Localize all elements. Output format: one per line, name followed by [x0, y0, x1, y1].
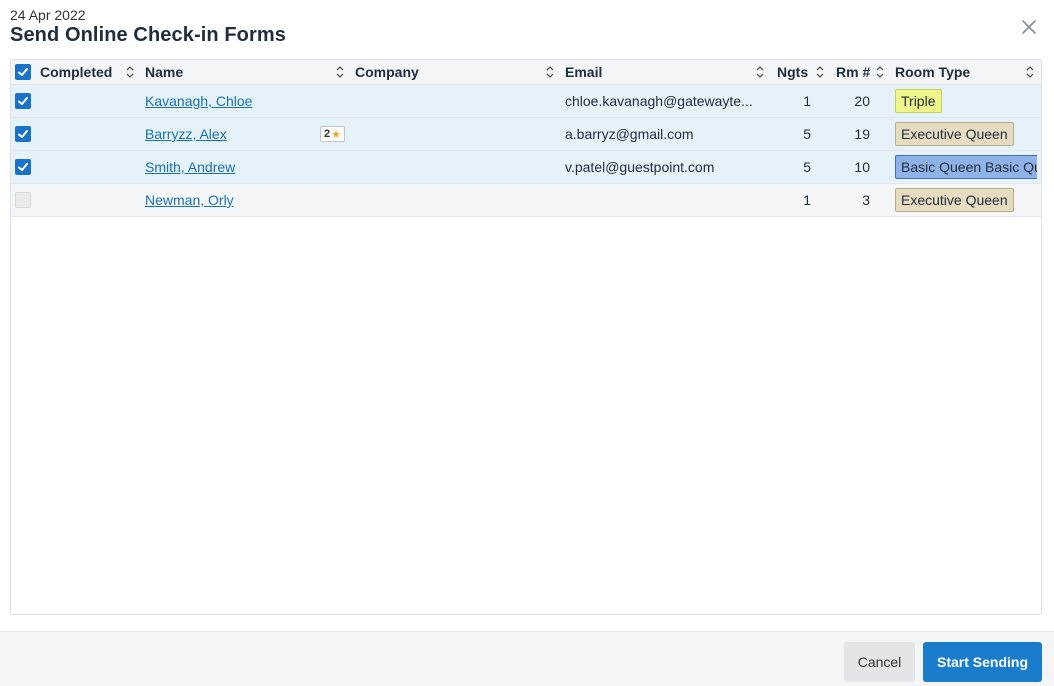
room-cell: 19: [854, 126, 870, 142]
nights-cell: 5: [803, 159, 811, 175]
row-select-cell: [15, 85, 35, 117]
row-checkbox[interactable]: [15, 192, 31, 208]
nights-cell: 1: [803, 192, 811, 208]
email-cell: a.barryz@gmail.com: [565, 126, 694, 142]
col-company[interactable]: Company: [355, 60, 435, 84]
col-nights[interactable]: Ngts: [777, 60, 813, 84]
cancel-button[interactable]: Cancel: [844, 642, 915, 682]
room-type-tag: Executive Queen: [895, 188, 1014, 212]
guest-name-cell: Newman, Orly: [145, 184, 315, 216]
table-row[interactable]: Newman, Orly 1 3 Executive Queen: [11, 184, 1041, 217]
guest-name-cell: Smith, Andrew: [145, 151, 315, 183]
start-sending-button[interactable]: Start Sending: [923, 642, 1042, 682]
dialog-footer: Cancel Start Sending: [0, 631, 1054, 686]
guest-name-link[interactable]: Newman, Orly: [145, 192, 234, 208]
company-cell: [355, 151, 555, 183]
col-completed[interactable]: Completed: [40, 60, 120, 84]
guest-table: Completed Name Company Email Ngts Rm # R…: [10, 59, 1042, 615]
sort-room-type-icon[interactable]: [1025, 65, 1035, 79]
email-cell: chloe.kavanagh@gatewayte...: [565, 93, 753, 109]
sort-email-icon[interactable]: [755, 65, 765, 79]
loyalty-badge: 2 ★: [320, 126, 345, 142]
row-checkbox[interactable]: [15, 126, 31, 142]
company-cell: [355, 184, 555, 216]
room-type-cell: Executive Queen: [895, 184, 1041, 216]
room-cell: 3: [862, 192, 870, 208]
nights-cell: 5: [803, 126, 811, 142]
company-cell: [355, 118, 555, 150]
row-select-cell: [15, 184, 35, 216]
row-checkbox[interactable]: [15, 159, 31, 175]
select-all-cell: [15, 60, 35, 84]
guest-name-link[interactable]: Kavanagh, Chloe: [145, 93, 252, 109]
table-row[interactable]: Smith, Andrew v.patel@guestpoint.com 5 1…: [11, 151, 1041, 184]
room-cell: 20: [854, 93, 870, 109]
close-icon[interactable]: [1018, 16, 1040, 38]
table-row[interactable]: Barryzz, Alex 2 ★ a.barryz@gmail.com 5 1…: [11, 118, 1041, 151]
sort-nights-icon[interactable]: [815, 65, 825, 79]
company-cell: [355, 85, 555, 117]
sort-name-icon[interactable]: [335, 65, 345, 79]
room-type-tag: Basic Queen Basic Queen: [895, 155, 1037, 179]
send-checkin-dialog: 24 Apr 2022 Send Online Check-in Forms C…: [0, 0, 1054, 686]
col-room[interactable]: Rm #: [836, 60, 872, 84]
guest-name-cell: Barryzz, Alex: [145, 118, 315, 150]
room-type-tag: Triple: [895, 89, 942, 113]
loyalty-badge-count: 2: [324, 128, 331, 140]
room-cell: 10: [854, 159, 870, 175]
table-row[interactable]: Kavanagh, Chloe chloe.kavanagh@gatewayte…: [11, 85, 1041, 118]
guest-name-link[interactable]: Barryzz, Alex: [145, 126, 227, 142]
row-select-cell: [15, 118, 35, 150]
dialog-title: Send Online Check-in Forms: [10, 24, 286, 46]
room-type-cell: Triple: [895, 85, 1041, 117]
dialog-date: 24 Apr 2022: [10, 7, 86, 23]
room-type-cell: Executive Queen: [895, 118, 1041, 150]
row-select-cell: [15, 151, 35, 183]
sort-company-icon[interactable]: [545, 65, 555, 79]
sort-room-icon[interactable]: [875, 65, 885, 79]
nights-cell: 1: [803, 93, 811, 109]
table-header-row: Completed Name Company Email Ngts Rm # R…: [11, 60, 1041, 85]
email-cell: v.patel@guestpoint.com: [565, 159, 715, 175]
star-icon: ★: [331, 128, 341, 141]
col-room-type[interactable]: Room Type: [895, 60, 985, 84]
guest-name-link[interactable]: Smith, Andrew: [145, 159, 235, 175]
email-cell: [565, 184, 765, 216]
select-all-checkbox[interactable]: [15, 64, 31, 80]
col-name[interactable]: Name: [145, 60, 205, 84]
col-email[interactable]: Email: [565, 60, 625, 84]
room-type-tag: Executive Queen: [895, 122, 1014, 146]
row-checkbox[interactable]: [15, 93, 31, 109]
room-type-cell: Basic Queen Basic Queen: [895, 151, 1037, 183]
sort-completed-icon[interactable]: [125, 65, 135, 79]
guest-name-cell: Kavanagh, Chloe: [145, 85, 315, 117]
